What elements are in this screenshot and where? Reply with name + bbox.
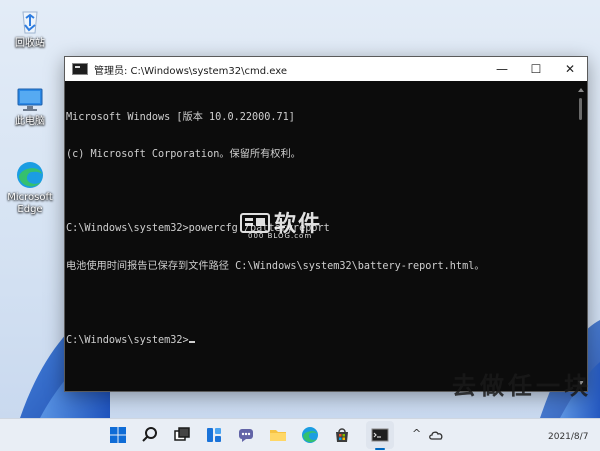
scroll-up-arrow-icon[interactable] [578,88,584,92]
start-icon [110,427,126,443]
file-explorer-button[interactable] [268,425,288,445]
widgets-button[interactable] [204,425,224,445]
desktop-icon-label: Microsoft Edge [7,192,53,215]
desktop-icon-label: 此电脑 [15,116,45,127]
desktop-icon-this-pc[interactable]: 此电脑 [2,84,58,128]
watermark-logo: 软件 000 BLOG.com [240,212,320,240]
search-icon [142,427,157,442]
widgets-icon [207,428,221,442]
console-line: Microsoft Windows [版本 10.0.22000.71] [66,111,295,123]
vertical-scrollbar[interactable] [575,82,587,391]
tray-chevron-icon[interactable]: ^ [412,427,421,440]
scroll-thumb[interactable] [579,98,582,120]
maximize-button[interactable]: ☐ [519,57,553,81]
this-pc-icon [15,84,45,114]
office-button[interactable] [338,425,358,445]
console-prompt-line: C:\Windows\system32> [66,335,575,347]
taskbar-date[interactable]: 2021/8/7 [548,432,588,442]
taskbar: ^ [0,418,600,451]
minimize-button[interactable]: — [485,57,519,81]
desktop-icon-label: 回收站 [15,38,45,49]
chat-icon [239,429,253,442]
tray-network-button[interactable] [426,425,446,445]
edge-icon [15,160,45,190]
cmd-app-icon [72,63,88,75]
desktop-icon-recycle-bin[interactable]: 回收站 [2,6,58,50]
console-line: 电池使用时间报告已保存到文件路径 C:\Windows\system32\bat… [66,260,485,272]
overlay-caption: 去做任一块 [452,372,592,400]
console-prompt: C:\Windows\system32> [66,335,189,347]
search-button[interactable] [140,425,160,445]
edge-taskbar-button[interactable] [300,425,320,445]
watermark-emblem-icon [240,213,270,233]
cmd-taskbar-button[interactable] [370,425,390,445]
console-line: (c) Microsoft Corporation。保留所有权利。 [66,149,301,161]
title-bar[interactable]: 管理员: C:\Windows\system32\cmd.exe — ☐ ✕ [65,57,587,81]
task-view-icon [174,427,190,441]
watermark-sub-text: 000 BLOG.com [248,232,313,240]
cmd-window[interactable]: 管理员: C:\Windows\system32\cmd.exe — ☐ ✕ M… [64,56,588,392]
recycle-bin-icon [15,6,45,36]
text-cursor [188,341,195,344]
close-button[interactable]: ✕ [553,57,587,81]
window-controls: — ☐ ✕ [485,57,587,81]
cloud-icon [429,431,443,440]
file-explorer-icon [270,430,286,441]
task-view-button[interactable] [172,425,192,445]
edge-icon [302,427,318,443]
window-title: 管理员: C:\Windows\system32\cmd.exe [94,65,288,77]
start-button[interactable] [108,425,128,445]
cmd-icon [371,428,389,442]
desktop-icon-edge[interactable]: Microsoft Edge [2,160,58,216]
chat-button[interactable] [236,425,256,445]
